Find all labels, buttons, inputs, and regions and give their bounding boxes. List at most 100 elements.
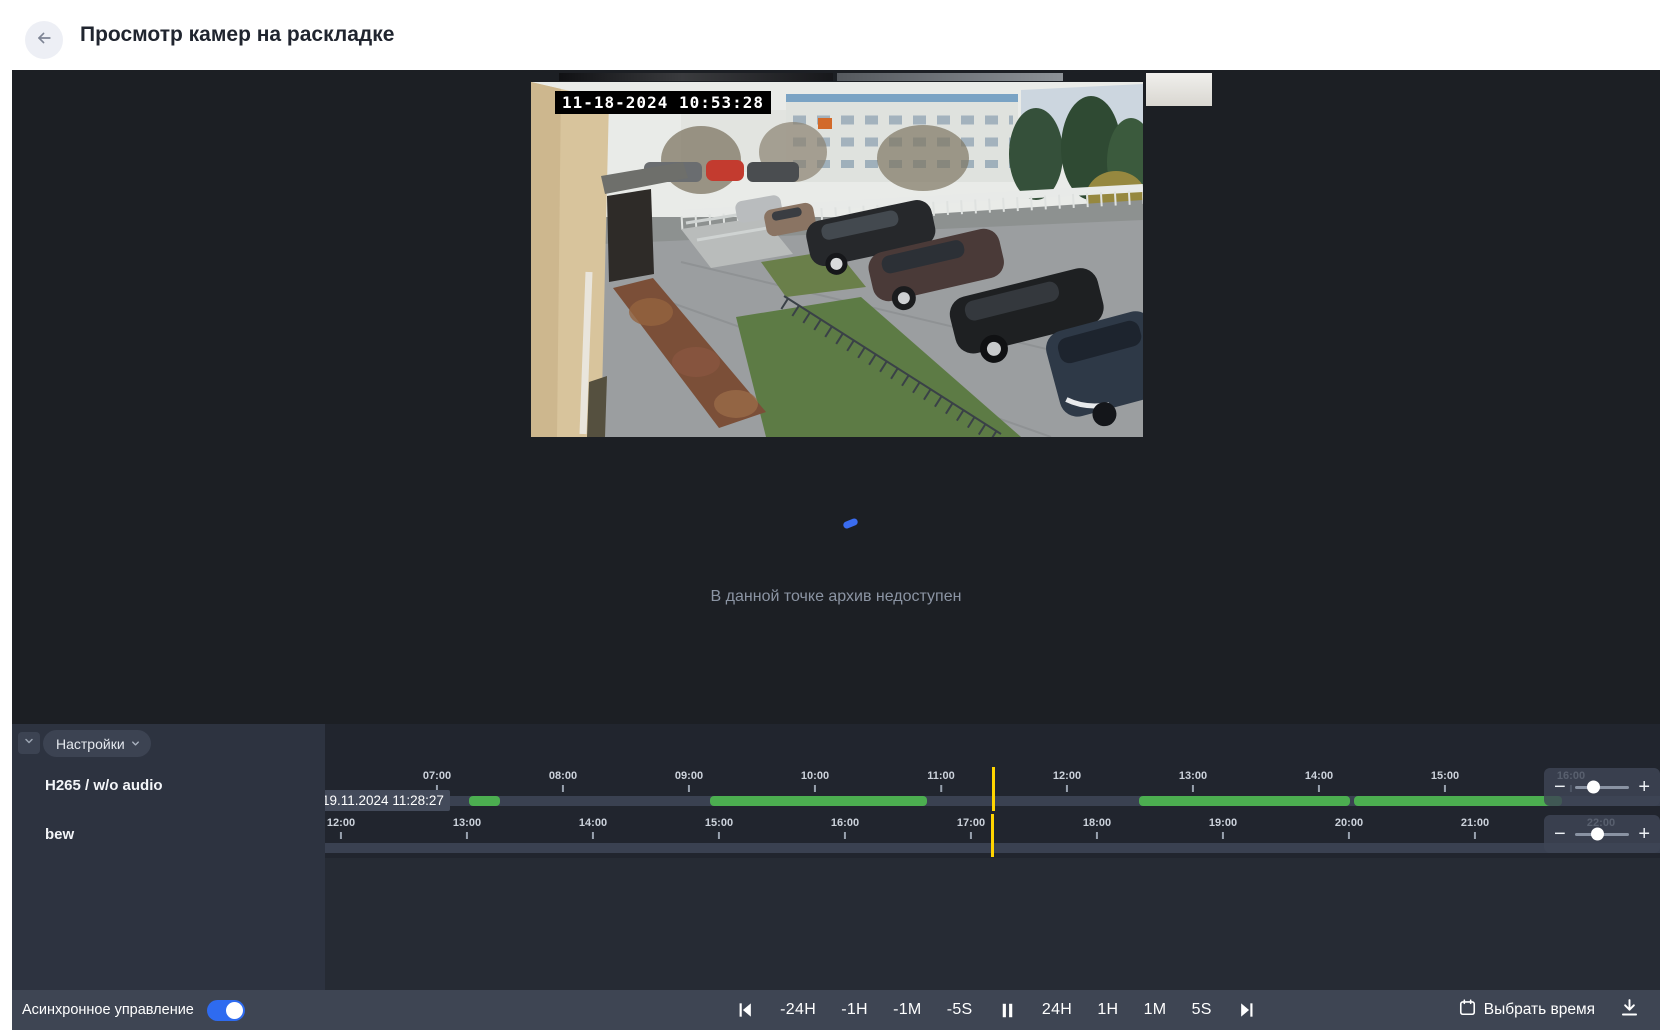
hour-tick <box>592 832 594 839</box>
camera-video-tile[interactable]: 11-18-2024 10:53:28 <box>531 82 1143 437</box>
settings-button-label: Настройки <box>56 736 125 752</box>
archive-segment[interactable] <box>710 796 927 806</box>
archive-segment[interactable] <box>1139 796 1351 806</box>
step-forward-1m-button[interactable]: 1M <box>1144 1001 1167 1019</box>
hour-tick <box>718 832 720 839</box>
zoom-in-icon[interactable]: + <box>1638 824 1650 844</box>
header: Просмотр камер на раскладке <box>12 0 1660 70</box>
archive-unavailable-message: В данной точке архив недоступен <box>12 588 1660 606</box>
step-forward-1h-button[interactable]: 1H <box>1097 1001 1118 1019</box>
download-button[interactable] <box>1619 997 1640 1023</box>
hour-tick <box>1474 832 1476 839</box>
step-back-1h-button[interactable]: -1H <box>841 1001 868 1019</box>
hour-label: 15:00 <box>705 817 733 829</box>
async-control-label: Асинхронное управление <box>22 1002 194 1018</box>
hour-label: 16:00 <box>831 817 859 829</box>
hour-mark: 09:00 <box>675 765 703 792</box>
hour-label: 15:00 <box>1431 770 1459 782</box>
hour-tick <box>1222 832 1224 839</box>
video-viewport: 11-18-2024 10:53:28 В данной точке архив… <box>12 70 1660 724</box>
hour-mark: 12:00 <box>1053 765 1081 792</box>
hour-mark: 11:00 <box>927 765 955 792</box>
zoom-out-icon[interactable]: − <box>1554 824 1566 844</box>
chevron-down-icon <box>130 736 141 752</box>
archive-segment[interactable] <box>469 796 501 806</box>
hour-tick <box>340 832 342 839</box>
hour-tick <box>1444 785 1446 792</box>
skip-to-end-button[interactable] <box>1237 1000 1257 1020</box>
hour-tick <box>688 785 690 792</box>
calendar-icon <box>1458 998 1477 1022</box>
hour-mark: 15:00 <box>1431 765 1459 792</box>
loading-spinner <box>842 517 859 529</box>
timeline-empty-space <box>325 858 1660 990</box>
hour-tick <box>940 785 942 792</box>
zoom-slider[interactable] <box>1575 786 1630 789</box>
zoom-slider-knob[interactable] <box>1591 828 1604 841</box>
zoom-out-icon[interactable]: − <box>1554 777 1566 797</box>
hour-label: 07:00 <box>423 770 451 782</box>
hour-mark: 14:00 <box>1305 765 1333 792</box>
hour-label: 10:00 <box>801 770 829 782</box>
hour-tick <box>1348 832 1350 839</box>
hour-tick <box>814 785 816 792</box>
adjacent-tile-fragment <box>1146 73 1212 106</box>
hour-mark: 08:00 <box>549 765 577 792</box>
hour-mark: 12:00 <box>327 812 355 839</box>
pause-button[interactable] <box>998 1001 1017 1020</box>
hour-mark: 13:00 <box>453 812 481 839</box>
archive-segment[interactable] <box>1354 796 1562 806</box>
hour-mark: 07:00 <box>423 765 451 792</box>
zoom-in-icon[interactable]: + <box>1638 777 1650 797</box>
hour-tick <box>970 832 972 839</box>
hour-tick <box>1318 785 1320 792</box>
back-button[interactable] <box>25 21 63 59</box>
hour-label: 14:00 <box>1305 770 1333 782</box>
camera-layout-view: Просмотр камер на раскладке <box>0 0 1668 1035</box>
select-time-label: Выбрать время <box>1484 1001 1595 1019</box>
camera-name: bew <box>45 826 74 843</box>
hour-tick <box>562 785 564 792</box>
timeline-zoom-control: − + <box>1544 815 1660 853</box>
street-scene <box>531 82 1143 437</box>
hour-tick <box>844 832 846 839</box>
hour-label: 17:00 <box>957 817 985 829</box>
playback-controls: -24H -1H -1M -5S 24H 1H 1M 5S <box>735 990 1257 1030</box>
step-back-5s-button[interactable]: -5S <box>947 1001 973 1019</box>
settings-button[interactable]: Настройки <box>43 730 151 757</box>
collapse-panel-button[interactable] <box>18 732 40 754</box>
timeline-area: 07:00 08:00 09:00 10:00 11:00 12:00 13:00 14:00… <box>325 724 1660 990</box>
async-control-group: Асинхронное управление <box>22 990 245 1030</box>
hour-tick <box>1192 785 1194 792</box>
hour-label: 13:00 <box>1179 770 1207 782</box>
hour-label: 13:00 <box>453 817 481 829</box>
skip-to-start-button[interactable] <box>735 1000 755 1020</box>
right-tools: Выбрать время <box>1458 990 1640 1030</box>
select-time-button[interactable]: Выбрать время <box>1458 998 1595 1022</box>
step-back-24h-button[interactable]: -24H <box>780 1001 816 1019</box>
toggle-knob <box>226 1002 243 1019</box>
camera-name: H265 / w/o audio <box>45 777 163 794</box>
chevron-down-icon <box>23 734 35 752</box>
hour-mark: 19:00 <box>1209 812 1237 839</box>
playhead[interactable] <box>991 814 994 857</box>
async-control-toggle[interactable] <box>207 1000 245 1021</box>
hour-label: 14:00 <box>579 817 607 829</box>
step-back-1m-button[interactable]: -1M <box>893 1001 921 1019</box>
zoom-slider-knob[interactable] <box>1587 781 1600 794</box>
timeline-row: 12:0013:0014:0015:0016:0017:0018:0019:00… <box>325 812 1660 858</box>
hour-label: 12:00 <box>1053 770 1081 782</box>
hour-label: 09:00 <box>675 770 703 782</box>
playhead[interactable] <box>992 767 995 811</box>
hour-mark: 21:00 <box>1461 812 1489 839</box>
step-forward-5s-button[interactable]: 5S <box>1192 1001 1212 1019</box>
back-arrow-icon <box>34 28 54 53</box>
hour-tick <box>1066 785 1068 792</box>
hour-label: 21:00 <box>1461 817 1489 829</box>
timeline-sidebar: Настройки H265 / w/o audio bew <box>12 724 325 990</box>
hour-mark: 10:00 <box>801 765 829 792</box>
page-title: Просмотр камер на раскладке <box>80 23 394 47</box>
adjacent-tile-fragment <box>837 73 1063 81</box>
step-forward-24h-button[interactable]: 24H <box>1042 1001 1072 1019</box>
zoom-slider[interactable] <box>1575 833 1630 836</box>
